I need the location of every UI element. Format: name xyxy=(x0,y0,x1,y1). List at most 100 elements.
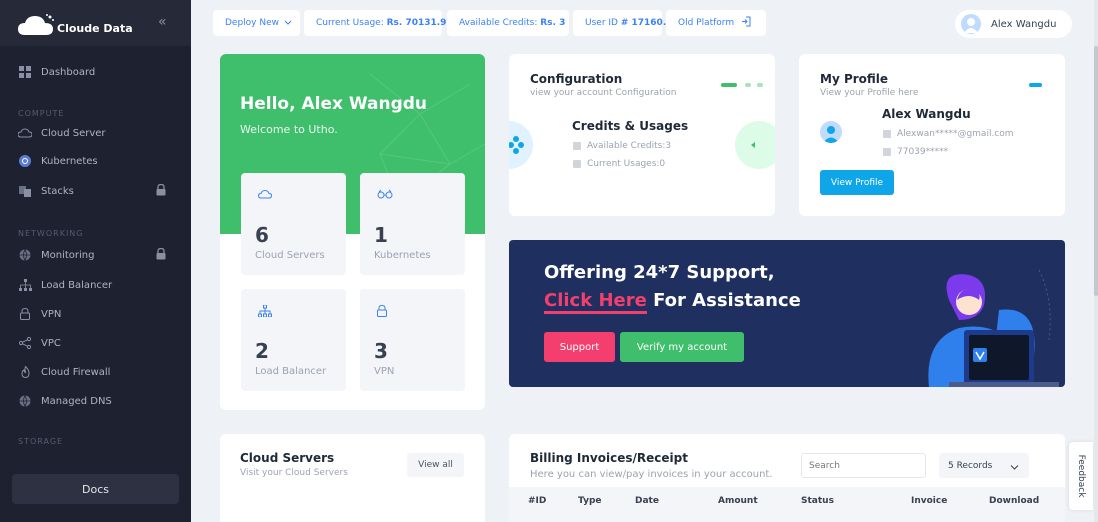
column-header-amount: Amount xyxy=(718,496,758,506)
cloud-servers-subtitle: Visit your Cloud Servers xyxy=(240,468,348,478)
current-usages-row: Current Usages:0 xyxy=(573,159,665,169)
current-usage-chip: Current Usage: Rs. 70131.96 xyxy=(304,10,453,36)
load-balancer-icon xyxy=(18,278,32,292)
profile-subtitle: View your Profile here xyxy=(820,88,919,98)
column-header-date: Date xyxy=(635,496,659,506)
exit-icon xyxy=(741,16,751,30)
cloud-servers-card xyxy=(220,434,485,522)
chevron-down-icon xyxy=(1010,463,1019,473)
profile-email-row: Alexwan*****@gmail.com xyxy=(883,129,1014,139)
deploy-new-label: Deploy New xyxy=(225,18,280,28)
column-header-id: #ID xyxy=(528,496,547,506)
support-heading: Offering 24*7 Support, xyxy=(544,262,775,283)
user-name: Alex Wangdu xyxy=(991,18,1057,30)
sidebar-item-label: Cloud Firewall xyxy=(41,366,111,378)
support-button[interactable]: Support xyxy=(544,332,615,362)
stat-value: 1 xyxy=(374,223,388,247)
available-credits-label: Available Credits: xyxy=(459,18,541,28)
sidebar-item-vpc[interactable]: VPC xyxy=(0,330,191,356)
available-credits-value: Rs. 3 xyxy=(540,18,566,28)
kubernetes-icon xyxy=(509,121,533,169)
welcome-title: Hello, Alex Wangdu xyxy=(240,94,428,114)
sidebar-item-dashboard[interactable]: Dashboard xyxy=(0,59,191,85)
sidebar-item-label: Cloud Server xyxy=(41,127,106,139)
kubernetes-icon xyxy=(18,154,32,168)
profile-name: Alex Wangdu xyxy=(882,107,971,121)
stat-label: VPN xyxy=(374,366,395,377)
configuration-title: Configuration xyxy=(530,72,623,86)
stat-value: 6 xyxy=(255,223,269,247)
search-input[interactable] xyxy=(801,453,926,478)
current-usage-value: Rs. 70131.96 xyxy=(386,18,453,28)
section-compute: COMPUTE xyxy=(18,109,65,118)
welcome-subtitle: Welcome to Utho. xyxy=(240,123,338,136)
cloud-servers-title: Cloud Servers xyxy=(240,451,335,465)
available-credits-chip: Available Credits: Rs. 3 xyxy=(447,10,569,36)
column-header-download: Download xyxy=(989,496,1040,506)
records-value: 5 Records xyxy=(948,460,993,471)
column-header-invoice: Invoice xyxy=(911,496,948,506)
sidebar-item-label: Monitoring xyxy=(41,249,95,261)
user-id-label: User ID xyxy=(585,18,621,28)
profile-indicator xyxy=(1029,83,1042,87)
old-platform-button[interactable]: Old Platform xyxy=(666,10,766,36)
click-here-link[interactable]: Click Here xyxy=(544,290,647,314)
sidebar-item-load-balancer[interactable]: Load Balancer xyxy=(0,272,191,298)
sidebar: Cloude Data « Dashboard COMPUTE Cloud Se… xyxy=(0,0,191,522)
stacks-icon xyxy=(18,184,32,198)
profile-email: Alexwan*****@gmail.com xyxy=(897,129,1014,139)
sidebar-item-vpn[interactable]: VPN xyxy=(0,301,191,327)
sidebar-item-managed-dns[interactable]: Managed DNS xyxy=(0,388,191,414)
avatar xyxy=(961,14,981,34)
view-profile-button[interactable]: View Profile xyxy=(820,170,894,195)
configuration-subtitle: view your account Configuration xyxy=(530,88,677,98)
column-header-status: Status xyxy=(801,496,834,506)
lock-icon xyxy=(18,307,32,321)
billing-title: Billing Invoices/Receipt xyxy=(530,451,688,465)
carousel-dots[interactable] xyxy=(721,82,765,88)
arrow-icon xyxy=(735,121,775,169)
collapse-sidebar-icon[interactable]: « xyxy=(158,14,167,30)
feedback-tab[interactable]: Feedback xyxy=(1069,442,1093,510)
sidebar-item-label: VPC xyxy=(41,337,61,349)
profile-title: My Profile xyxy=(820,72,889,86)
support-subheading: Click Here For Assistance xyxy=(544,290,801,314)
sidebar-item-stacks[interactable]: Stacks xyxy=(0,178,191,204)
stat-load-balancer[interactable]: 2 Load Balancer xyxy=(241,289,346,391)
docs-button[interactable]: Docs xyxy=(12,474,179,504)
sidebar-item-monitoring[interactable]: Monitoring xyxy=(0,242,191,268)
stat-value: 2 xyxy=(255,339,269,363)
cloud-icon xyxy=(18,126,32,140)
bullet-icon xyxy=(883,130,891,138)
sidebar-item-label: Dashboard xyxy=(41,66,96,78)
credits-usages-title: Credits & Usages xyxy=(572,119,689,133)
profile-phone: 77039***** xyxy=(897,147,949,157)
user-menu[interactable]: Alex Wangdu xyxy=(955,10,1072,38)
cloud-icon xyxy=(257,189,273,202)
lock-icon xyxy=(156,183,166,199)
profile-phone-row: 77039***** xyxy=(883,147,948,157)
sidebar-item-kubernetes[interactable]: Kubernetes xyxy=(0,148,191,174)
bullet-icon xyxy=(573,142,581,150)
user-id-chip: User ID # 17160. xyxy=(573,10,666,36)
stat-vpn[interactable]: 3 VPN xyxy=(360,289,465,391)
stat-kubernetes[interactable]: 1 Kubernetes xyxy=(360,173,465,275)
records-select[interactable]: 5 Records xyxy=(939,453,1029,478)
scrollbar-thumb[interactable] xyxy=(1094,46,1098,296)
globe-icon xyxy=(18,248,32,262)
lock-icon xyxy=(156,247,166,263)
deploy-new-dropdown[interactable]: Deploy New xyxy=(213,10,300,36)
sidebar-item-cloud-server[interactable]: Cloud Server xyxy=(0,120,191,146)
avatar xyxy=(820,121,842,143)
verify-account-button[interactable]: Verify my account xyxy=(620,332,744,362)
bullet-icon xyxy=(883,148,891,156)
billing-subtitle: Here you can view/pay invoices in your a… xyxy=(530,469,773,480)
load-balancer-icon xyxy=(258,304,272,320)
section-storage: STORAGE xyxy=(18,437,64,446)
current-usage-label: Current Usage: xyxy=(316,18,387,28)
view-all-button[interactable]: View all xyxy=(407,453,464,477)
stat-cloud-servers[interactable]: 6 Cloud Servers xyxy=(241,173,346,275)
sidebar-item-cloud-firewall[interactable]: Cloud Firewall xyxy=(0,359,191,385)
sidebar-item-label: Load Balancer xyxy=(41,279,113,291)
stat-label: Cloud Servers xyxy=(255,250,325,261)
